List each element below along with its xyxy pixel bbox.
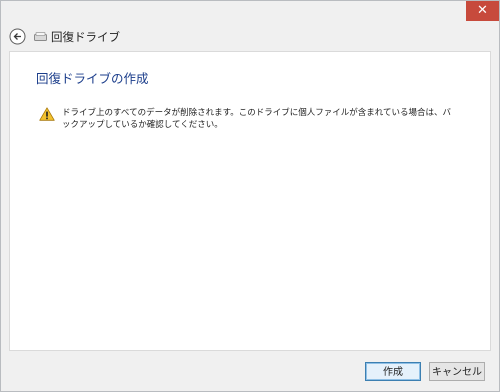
- back-arrow-icon[interactable]: [9, 28, 26, 45]
- dialog-footer: 作成 キャンセル: [1, 351, 499, 391]
- navigation-bar: 回復ドライブ: [1, 23, 499, 51]
- warning-message: ドライブ上のすべてのデータが削除されます。このドライブに個人ファイルが含まれてい…: [62, 108, 451, 130]
- warning-icon: [39, 107, 55, 121]
- title-bar: ✕: [1, 1, 499, 23]
- recovery-drive-window: ✕ 回復ドライブ 回復ドライブの作成 ドライブ上のすべてのデータが削除されます。…: [0, 0, 500, 392]
- create-button[interactable]: 作成: [365, 362, 421, 381]
- close-button[interactable]: ✕: [466, 1, 499, 21]
- drive-icon: [34, 32, 47, 41]
- nav-title: 回復ドライブ: [51, 30, 120, 44]
- content-panel: 回復ドライブの作成 ドライブ上のすべてのデータが削除されます。このドライブに個人…: [9, 51, 491, 351]
- page-title: 回復ドライブの作成: [36, 71, 149, 86]
- cancel-button[interactable]: キャンセル: [429, 362, 485, 381]
